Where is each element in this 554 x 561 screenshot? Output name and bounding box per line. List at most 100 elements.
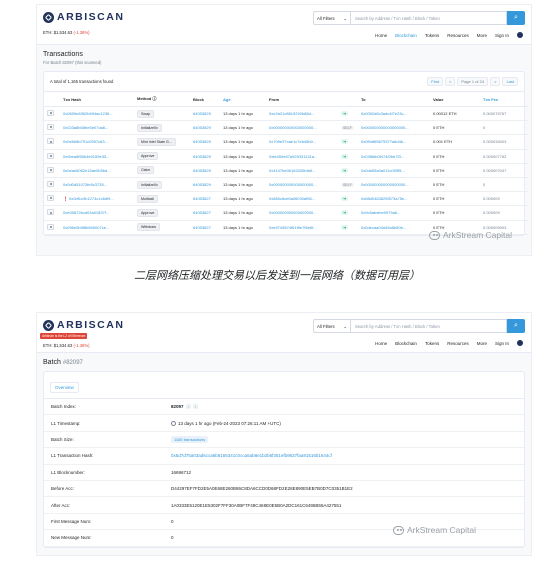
- eye-icon[interactable]: [47, 209, 54, 216]
- txn-hash[interactable]: 0x0bea8f55b4e0159e33...: [60, 149, 134, 164]
- eye-icon[interactable]: [47, 223, 54, 230]
- eye-icon[interactable]: [47, 166, 54, 173]
- block-link[interactable]: 64053827: [190, 220, 220, 235]
- detail-value: 82097 ‹ ›: [171, 404, 199, 410]
- nav-blockchain[interactable]: Blockchain: [395, 341, 417, 346]
- eye-icon[interactable]: [47, 110, 54, 117]
- theme-icon[interactable]: [517, 340, 523, 346]
- col-age[interactable]: Age: [220, 92, 266, 107]
- nav-tokens[interactable]: Tokens: [425, 341, 439, 346]
- prev-batch-button[interactable]: ‹: [185, 404, 191, 410]
- txn-hash[interactable]: 0x0e6b8b791c0557c63...: [60, 134, 134, 150]
- search-button[interactable]: ⌕: [507, 319, 525, 333]
- from-address[interactable]: 0x000000000000000000...: [266, 177, 338, 193]
- nav-more[interactable]: More: [477, 33, 487, 38]
- from-address[interactable]: 0x000000000000000000...: [266, 205, 338, 221]
- logo-text: ARBISCAN: [57, 319, 125, 331]
- col-txn-fee[interactable]: Txn Fee: [480, 92, 528, 107]
- batch-size-link[interactable]: 1165 transactions: [171, 435, 209, 443]
- txn-hash[interactable]: 0x0d0d51073fe5c3735...: [60, 177, 134, 193]
- nav-home[interactable]: Home: [375, 33, 387, 38]
- detail-key: First Message Num:: [51, 518, 92, 524]
- block-link[interactable]: 64053827: [190, 191, 220, 207]
- block-link[interactable]: 64053829: [190, 149, 220, 164]
- eye-icon[interactable]: [47, 124, 54, 131]
- nav-more[interactable]: More: [477, 341, 487, 346]
- table-row: 0x0d0d51073fe5c3735... Initialize0x 640538…: [44, 177, 528, 193]
- pager-first[interactable]: First: [427, 77, 444, 86]
- age: 13 days 1 hr ago: [220, 134, 266, 150]
- txn-fee: 0.000007047: [480, 163, 528, 178]
- txn-hash[interactable]: 0xe05872bcd03a01837f...: [60, 205, 134, 221]
- from-address[interactable]: 0x000000000000000000...: [266, 120, 338, 136]
- txn-hash[interactable]: 0x023a8b08be5e07da6...: [60, 120, 134, 136]
- pager-last[interactable]: Last: [502, 77, 518, 86]
- logo[interactable]: ARBISCAN: [43, 319, 124, 331]
- arrow-right-icon: ➜: [341, 196, 348, 202]
- nav-tokens[interactable]: Tokens: [425, 33, 439, 38]
- txn-hash[interactable]: 0x0659e8362b694ac1236...: [60, 106, 134, 122]
- eye-icon[interactable]: [47, 181, 54, 188]
- page-title: Transactions: [43, 51, 83, 58]
- to-address[interactable]: 0x03f8db0f474f2bb7f3...: [358, 149, 430, 164]
- theme-icon[interactable]: [517, 32, 523, 38]
- to-address[interactable]: 0x0f9df65675377a6d4b...: [358, 134, 430, 150]
- chevron-down-icon: ⌄: [343, 324, 347, 329]
- filter-select[interactable]: All Filters ⌄: [313, 319, 351, 333]
- self-badge: SELF: [341, 183, 354, 188]
- txn-hash[interactable]: 0x0eae6062e15ae0b5bd...: [60, 163, 134, 178]
- block-link[interactable]: 64053829: [190, 177, 220, 193]
- search-input[interactable]: Search by Address / Txn Hash / Block / T…: [351, 11, 507, 25]
- search-input[interactable]: Search by Address / Txn Hash / Block / T…: [351, 319, 507, 333]
- eye-icon[interactable]: [47, 138, 54, 145]
- to-address[interactable]: 0x9c5afcebe9979a6...: [358, 205, 430, 221]
- block-link[interactable]: 64053827: [190, 205, 220, 221]
- detail-key: Batch Size:: [51, 436, 74, 442]
- logo[interactable]: ARBISCAN: [43, 11, 124, 23]
- nav-resources[interactable]: Resources: [447, 33, 469, 38]
- txn-hash[interactable]: 0x096e0b5f8b6b5007ce...: [60, 220, 134, 235]
- nav-resources[interactable]: Resources: [447, 341, 469, 346]
- to-address[interactable]: 0x000000000000000000...: [358, 177, 430, 193]
- to-address[interactable]: 0x0052d6c3adc4f7e23c...: [358, 106, 430, 122]
- detail-key: L1 Blocknumber:: [51, 469, 85, 475]
- detail-value: D44297EF7FD2E5A0E68E260B86C8DA6CCD0D68FD…: [171, 486, 353, 492]
- block-link[interactable]: 64053829: [190, 106, 220, 122]
- tab-overview[interactable]: Overview: [50, 382, 79, 393]
- detail-value[interactable]: 0x5d7d75a03ad6cca6b6155341c0cca5ab8e1b2b…: [171, 453, 517, 458]
- detail-key: Batch Index:: [51, 404, 77, 410]
- value: 0 ETH: [430, 149, 480, 164]
- batch-title: Batch #82097: [43, 359, 83, 366]
- detail-row: Before Acc: D44297EF7FD2E5A0E68E260B86C8D…: [44, 481, 524, 498]
- from-address[interactable]: 0xe2a21c8619292b88d...: [266, 106, 338, 122]
- nav-blockchain[interactable]: Blockchain: [395, 33, 417, 38]
- search-button[interactable]: ⌕: [507, 11, 525, 25]
- to-address[interactable]: 0x000000000000000000...: [358, 120, 430, 136]
- from-address[interactable]: 0x865c6ce6a06030af56...: [266, 191, 338, 207]
- to-address[interactable]: 0x0da55a0a011c059f5...: [358, 163, 430, 178]
- nav-sign-in[interactable]: Sign In: [495, 33, 509, 38]
- table-row: 0x0659e8362b694ac1236... Swap 64053829 13 d…: [44, 106, 528, 122]
- block-link[interactable]: 64053829: [190, 163, 220, 178]
- block-link[interactable]: 64053829: [190, 120, 220, 136]
- to-address[interactable]: 0x68d0483825f573a75e...: [358, 191, 430, 207]
- eye-icon[interactable]: [47, 152, 54, 159]
- block-link[interactable]: 64053829: [190, 134, 220, 150]
- nav-home[interactable]: Home: [375, 341, 387, 346]
- to-address[interactable]: 0x0decaa04d49a6b50b...: [358, 220, 430, 235]
- pager-current: Page 1 of 24: [457, 77, 489, 86]
- detail-row: Batch Size: 1165 transactions: [44, 432, 524, 449]
- pager-next[interactable]: >: [490, 77, 501, 86]
- from-address[interactable]: 0xe5749874f61f9e7f6e6f...: [266, 220, 338, 235]
- filter-select[interactable]: All Filters ⌄: [313, 11, 351, 25]
- nav-sign-in[interactable]: Sign In: [495, 341, 509, 346]
- pager-prev[interactable]: <: [445, 77, 456, 86]
- from-address[interactable]: 0xfe450e67a929331131a...: [266, 149, 338, 164]
- txn-hash[interactable]: ❗0x0df1c9b1274c1c6df9...: [60, 191, 134, 207]
- eye-icon[interactable]: [47, 195, 54, 202]
- from-address[interactable]: 0x4147be0b163205bfa9...: [266, 163, 338, 178]
- value: 0.00012 ETH: [430, 106, 480, 122]
- next-batch-button[interactable]: ›: [192, 404, 199, 410]
- age: 13 days 1 hr ago: [220, 120, 266, 136]
- from-address[interactable]: 0x709e37cae1c7eb45b0...: [266, 134, 338, 150]
